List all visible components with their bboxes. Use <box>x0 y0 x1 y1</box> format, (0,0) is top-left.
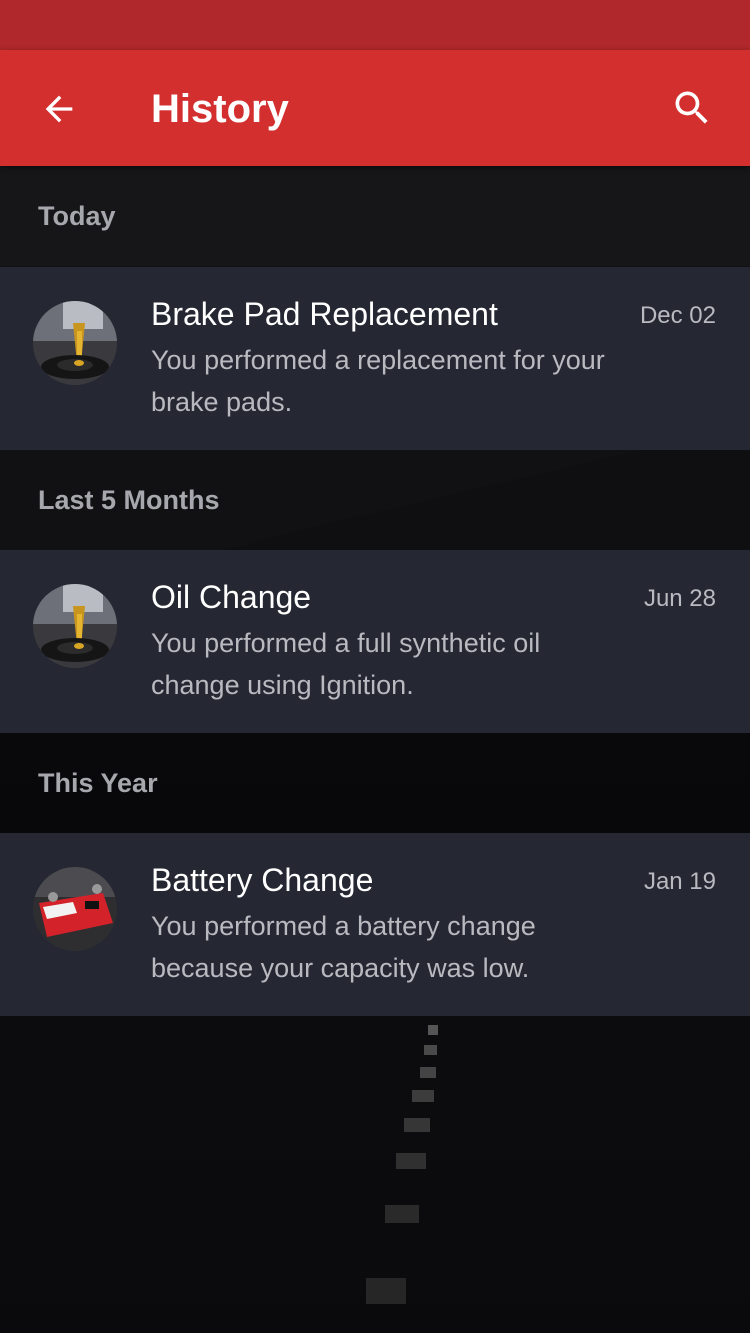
back-button[interactable] <box>30 80 88 138</box>
item-description: You performed a replacement for your bra… <box>151 345 605 417</box>
item-date: Jan 19 <box>643 868 716 895</box>
section-header-this-year: This Year <box>0 733 750 833</box>
section-header-last-5-months: Last 5 Months <box>0 450 750 550</box>
item-description: You performed a battery change because y… <box>151 911 536 983</box>
item-title: Oil Change <box>151 579 312 615</box>
page-title: History <box>151 87 289 131</box>
arrow-back-icon <box>45 95 73 123</box>
history-item-battery-change[interactable]: Battery Change You performed a battery c… <box>0 833 750 1016</box>
section-label: Today <box>38 200 116 231</box>
item-title: Battery Change <box>151 862 374 898</box>
item-description: You performed a full synthetic oil chang… <box>151 628 541 700</box>
oil-pour-icon <box>33 584 117 668</box>
app-bar: History <box>0 50 750 166</box>
item-title: Brake Pad Replacement <box>151 296 498 332</box>
search-button[interactable] <box>662 78 722 138</box>
status-bar <box>0 0 750 50</box>
history-item-oil-change[interactable]: Oil Change You performed a full syntheti… <box>0 550 750 733</box>
section-label: Last 5 Months <box>38 484 220 515</box>
search-icon <box>675 91 708 124</box>
item-date: Dec 02 <box>639 302 716 329</box>
section-label: This Year <box>38 767 158 798</box>
oil-pour-icon <box>33 301 117 385</box>
item-date: Jun 28 <box>643 585 716 612</box>
history-item-brake-pad-replacement[interactable]: Brake Pad Replacement You performed a re… <box>0 267 750 450</box>
section-header-today: Today <box>0 166 750 266</box>
car-battery-icon <box>33 867 117 951</box>
history-screen: History Today Brake Pad Replacement You … <box>0 0 750 1333</box>
